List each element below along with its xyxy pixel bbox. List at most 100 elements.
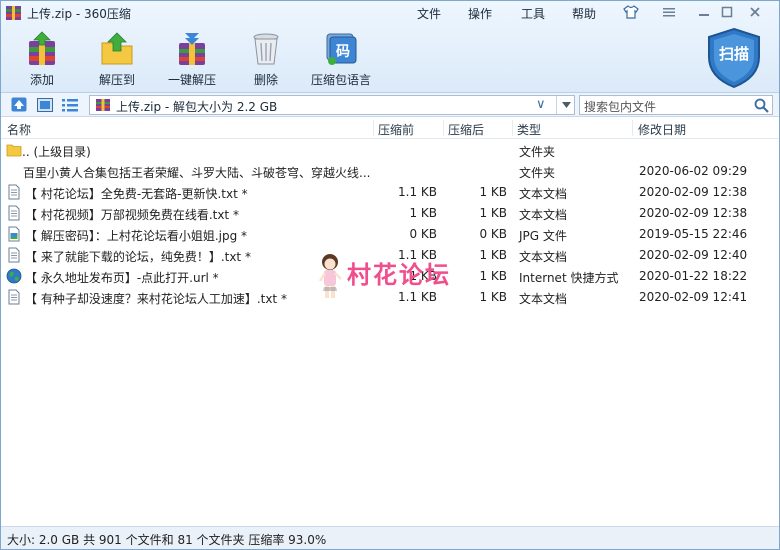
verify-check-icon[interactable]: ∨ xyxy=(536,97,546,112)
one-click-extract-button[interactable]: 一键解压 xyxy=(157,31,227,87)
column-compressed[interactable]: 压缩前 xyxy=(378,121,414,138)
address-bar: 上传.zip - 解包大小为 2.2 GB ∨ 搜索包内文件 xyxy=(1,93,779,117)
menu-lines-icon[interactable] xyxy=(661,5,677,19)
file-compressed-size: 1.1 KB xyxy=(398,290,437,304)
table-row[interactable]: 【 村花视频】万部视频免费在线看.txt * 1 KB 1 KB 文本文档 20… xyxy=(1,203,779,224)
file-name: .. (上级目录) xyxy=(22,145,91,159)
column-divider[interactable] xyxy=(632,120,633,136)
search-input[interactable]: 搜索包内文件 xyxy=(579,95,773,115)
extract-to-label: 解压到 xyxy=(98,73,135,87)
column-divider[interactable] xyxy=(373,120,374,136)
path-dropdown-icon[interactable] xyxy=(556,96,575,114)
close-icon[interactable] xyxy=(747,5,763,19)
text-file-icon xyxy=(8,205,20,221)
menu-file[interactable]: 文件 xyxy=(417,5,441,22)
file-type: 文本文档 xyxy=(519,208,568,222)
column-type[interactable]: 类型 xyxy=(517,121,541,138)
zip-archive-icon xyxy=(96,99,110,111)
maximize-icon[interactable] xyxy=(719,5,735,19)
archive-language-button[interactable]: 码 压缩包语言 xyxy=(306,31,376,87)
menu-tools[interactable]: 工具 xyxy=(521,5,545,22)
extract-to-button[interactable]: 解压到 xyxy=(82,31,152,87)
file-type: 文本文档 xyxy=(519,292,568,306)
file-modified: 2020-02-09 12:40 xyxy=(639,248,748,262)
table-row[interactable]: 【 村花论坛】全免费-无套路-更新快.txt * 1.1 KB 1 KB 文本文… xyxy=(1,182,779,203)
file-name: 【 有种子却没速度？来村花论坛人工加速】.txt * xyxy=(25,292,287,306)
column-name[interactable]: 名称 xyxy=(7,121,31,138)
column-modified[interactable]: 修改日期 xyxy=(638,121,686,138)
file-name: 百里小黄人合集包括王者荣耀、斗罗大陆、斗破苍穹、穿越火线... xyxy=(23,166,371,180)
file-type: 文件夹 xyxy=(519,145,556,159)
watermark-girl-figure xyxy=(318,254,342,298)
app-icon xyxy=(6,6,21,20)
table-row[interactable]: .. (上级目录) 文件夹 xyxy=(1,140,779,161)
file-name: 【 村花视频】万部视频免费在线看.txt * xyxy=(25,208,239,222)
app-window: 上传.zip - 360压缩 文件 操作 工具 帮助 添加 解压到 一键解压 删… xyxy=(0,0,780,550)
file-modified: 2020-02-09 12:38 xyxy=(639,185,748,199)
menu-help[interactable]: 帮助 xyxy=(572,5,596,22)
delete-label: 删除 xyxy=(253,73,278,87)
add-archive-icon xyxy=(29,31,55,65)
archive-language-label: 压缩包语言 xyxy=(310,73,371,87)
text-file-icon xyxy=(8,247,20,263)
text-file-icon xyxy=(8,184,20,200)
file-original-size: 1 KB xyxy=(479,185,507,199)
thumbnail-view-icon[interactable] xyxy=(36,96,54,113)
file-type: JPG 文件 xyxy=(519,229,567,243)
scan-label: 扫描 xyxy=(718,45,749,63)
file-compressed-size: 0 KB xyxy=(409,227,437,241)
file-type: 文本文档 xyxy=(519,250,568,264)
file-name: 【 解压密码】：上村花论坛看小姐姐.jpg * xyxy=(25,229,248,243)
list-view-icon[interactable] xyxy=(61,96,79,113)
skin-shirt-icon[interactable] xyxy=(623,5,639,19)
column-original[interactable]: 压缩后 xyxy=(448,121,484,138)
title-bar: 上传.zip - 360压缩 文件 操作 工具 帮助 xyxy=(1,1,779,25)
encoding-code-icon: 码 xyxy=(326,33,357,65)
one-click-extract-icon xyxy=(179,33,205,65)
globe-icon xyxy=(6,268,22,284)
file-name: 【 村花论坛】全免费-无套路-更新快.txt * xyxy=(25,187,248,201)
file-type: Internet 快捷方式 xyxy=(519,271,619,285)
file-original-size: 1 KB xyxy=(479,206,507,220)
file-modified: 2020-06-02 09:29 xyxy=(639,164,748,178)
extract-folder-icon xyxy=(101,32,133,65)
file-original-size: 1 KB xyxy=(479,290,507,304)
table-row[interactable]: 百里小黄人合集包括王者荣耀、斗罗大陆、斗破苍穹、穿越火线... 文件夹 2020… xyxy=(1,161,779,182)
file-original-size: 0 KB xyxy=(479,227,507,241)
file-modified: 2020-02-09 12:41 xyxy=(639,290,748,304)
table-row[interactable]: 【 解压密码】：上村花论坛看小姐姐.jpg * 0 KB 0 KB JPG 文件… xyxy=(1,224,779,245)
file-compressed-size: 1.1 KB xyxy=(398,185,437,199)
path-field[interactable]: 上传.zip - 解包大小为 2.2 GB ∨ xyxy=(89,95,575,115)
image-file-icon xyxy=(8,226,20,242)
scan-shield-button[interactable]: 扫描 xyxy=(705,27,763,89)
file-compressed-size: 1 KB xyxy=(409,206,437,220)
file-type: 文件夹 xyxy=(519,166,556,180)
file-modified: 2019-05-15 22:46 xyxy=(639,227,748,241)
search-icon[interactable] xyxy=(754,98,769,113)
up-level-icon[interactable] xyxy=(10,96,28,113)
file-type: 文本文档 xyxy=(519,187,568,201)
column-divider[interactable] xyxy=(443,120,444,136)
window-title: 上传.zip - 360压缩 xyxy=(27,7,131,21)
minimize-icon[interactable] xyxy=(696,5,712,19)
toolbar-band: 上传.zip - 360压缩 文件 操作 工具 帮助 添加 解压到 一键解压 删… xyxy=(1,1,779,93)
folder-icon xyxy=(6,144,22,157)
table-row[interactable]: 【 有种子却没速度？来村花论坛人工加速】.txt * 1.1 KB 1 KB 文… xyxy=(1,287,779,308)
trash-icon xyxy=(253,33,279,65)
status-summary: 大小: 2.0 GB 共 901 个文件和 81 个文件夹 压缩率 93.0% xyxy=(7,533,327,547)
watermark-text: 村花论坛 xyxy=(347,261,451,289)
column-divider[interactable] xyxy=(512,120,513,136)
one-click-extract-label: 一键解压 xyxy=(167,73,216,87)
menu-operate[interactable]: 操作 xyxy=(468,5,492,22)
search-placeholder: 搜索包内文件 xyxy=(584,100,657,114)
file-modified: 2020-02-09 12:38 xyxy=(639,206,748,220)
delete-button[interactable]: 删除 xyxy=(231,31,301,87)
status-bar: 大小: 2.0 GB 共 901 个文件和 81 个文件夹 压缩率 93.0% xyxy=(1,526,779,549)
encoding-icon-glyph: 码 xyxy=(336,44,350,60)
file-name: 【 来了就能下载的论坛，纯免费！】.txt * xyxy=(25,250,251,264)
text-file-icon xyxy=(8,289,20,305)
archive-path: 上传.zip - 解包大小为 2.2 GB xyxy=(116,100,278,114)
file-list-header: 名称 压缩前 压缩后 类型 修改日期 xyxy=(1,118,779,139)
add-label: 添加 xyxy=(29,73,54,87)
add-button[interactable]: 添加 xyxy=(7,31,77,87)
